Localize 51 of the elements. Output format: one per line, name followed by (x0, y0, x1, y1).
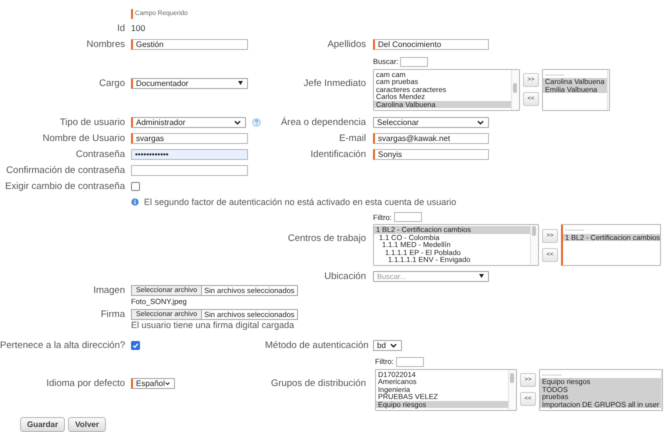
field-label: Nombres (85, 38, 125, 50)
field-label: Jefe Inmediato (302, 78, 366, 88)
save-button[interactable]: Guardar (20, 417, 66, 432)
field-label: Grupos de distribución (270, 378, 366, 388)
field-label: Centros de trabajo (286, 233, 366, 244)
cargo-dropdown[interactable]: Documentador (131, 78, 248, 88)
chevron-icon (477, 120, 484, 124)
field-label: Identificación (310, 148, 366, 160)
apellidos-field[interactable]: Del Conocimiento (373, 38, 489, 50)
help-icon[interactable] (252, 118, 261, 126)
field-label: Idioma por defecto (45, 378, 125, 388)
area-dropdown[interactable]: Seleccionar (373, 116, 489, 128)
field-label: Método de autenticación (265, 340, 366, 350)
filter-field[interactable] (396, 356, 424, 366)
caret-icon (238, 81, 243, 85)
identification-field[interactable]: Sonyis (373, 148, 489, 160)
password-field[interactable]: •••••••••••• (131, 148, 248, 160)
info-message: El segundo factor de autenticación no está activado en esta cuenta de usuario (144, 197, 456, 207)
field-label: Área o dependencia (280, 116, 366, 128)
email-field[interactable]: svargas@kawak.net (373, 132, 489, 144)
field-label: Cargo (98, 78, 125, 88)
field-label: Apellidos (326, 38, 366, 50)
nombres-field[interactable]: Gestión (131, 38, 248, 50)
field-label: Nombre de Usuario (42, 132, 125, 144)
user-type-dropdown[interactable]: Administrador (131, 116, 246, 128)
auth-method-dropdown[interactable]: bd (373, 340, 402, 350)
language-dropdown[interactable]: Español (131, 378, 175, 388)
username-field[interactable]: svargas (131, 132, 248, 144)
field-label: Id (116, 22, 125, 34)
field-label: Imagen (92, 285, 125, 296)
info-icon (131, 198, 139, 206)
chevron-icon (234, 120, 241, 124)
file-note: El usuario tiene una firma digital cargada (131, 320, 294, 330)
back-button[interactable]: Volver (68, 417, 106, 432)
field-label: Exigir cambio de contraseña (4, 180, 125, 192)
search-field[interactable] (400, 56, 428, 66)
caret-icon (479, 274, 484, 278)
checkbox[interactable] (131, 340, 140, 350)
password-confirm-field[interactable] (131, 164, 248, 176)
field-label: Contraseña (74, 148, 125, 160)
chevron-icon (164, 380, 170, 386)
id-value: 100 (131, 23, 146, 33)
field-label: Confirmación de contraseña (5, 164, 125, 176)
field-label: Tipo de usuario (58, 116, 125, 128)
chevron-icon (390, 342, 397, 348)
checkbox[interactable] (131, 182, 140, 190)
field-label: Pertenece a la alta dirección? (0, 340, 125, 350)
field-label: E-mail (338, 132, 366, 144)
filter-field[interactable] (394, 212, 422, 222)
field-label: Firma (100, 309, 125, 320)
field-label: Ubicación (323, 270, 366, 282)
